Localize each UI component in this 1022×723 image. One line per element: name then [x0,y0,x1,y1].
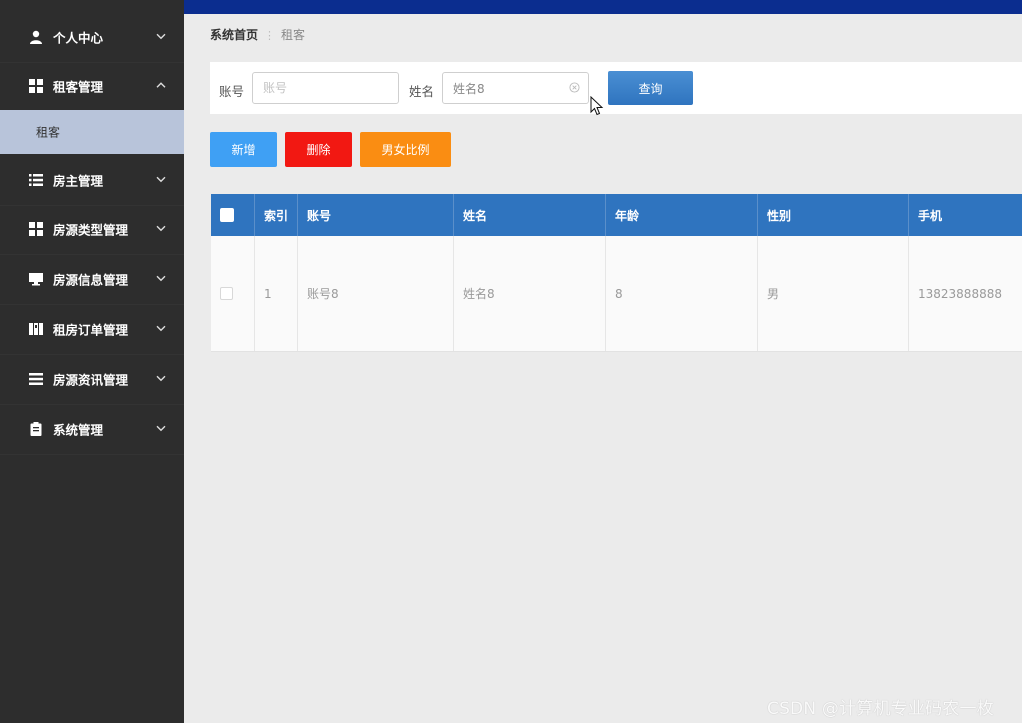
column-header-account: 账号 [298,194,454,236]
chevron-up-icon [156,82,166,88]
sidebar-item-system-management[interactable]: 系统管理 [0,404,184,455]
breadcrumb-separator: ⋮ [264,29,276,42]
sidebar-item-label: 租客管理 [53,79,104,95]
column-header-gender: 性别 [758,194,909,236]
breadcrumb-current: 租客 [281,28,306,42]
mouse-cursor-icon [590,96,604,116]
account-label: 账号 [219,84,245,99]
clear-icon[interactable] [569,82,580,93]
sidebar-item-property-news-management[interactable]: 房源资讯管理 [0,354,184,405]
select-all-checkbox[interactable] [220,208,234,222]
grid-icon [29,222,43,236]
sidebar-item-label: 系统管理 [53,422,104,438]
breadcrumb: 系统首页 ⋮ 租客 [210,26,305,43]
table-row[interactable]: 1 账号8 姓名8 8 男 13823888888 [211,236,1022,352]
row-checkbox[interactable] [220,287,233,300]
sidebar-subitem-label: 租客 [36,125,61,140]
chevron-down-icon [156,176,166,183]
sidebar-item-label: 房源类型管理 [53,222,129,238]
account-input[interactable] [252,72,399,104]
sidebar-item-rental-order-management[interactable]: 租房订单管理 [0,304,184,355]
column-header-phone: 手机 [918,208,943,223]
user-icon [30,30,42,44]
sidebar-item-personal-center[interactable]: 个人中心 [0,12,184,63]
header-select-cell [211,194,255,236]
sidebar-item-label: 房源资讯管理 [53,372,129,388]
list-icon [29,373,43,385]
chevron-down-icon [156,375,166,382]
top-bar [184,0,1022,14]
cell-index: 1 [255,236,298,351]
grid-icon [29,79,43,93]
book-icon [29,323,43,335]
watermark-text: CSDN @计算机专业码农一枚 [767,699,994,719]
name-label: 姓名 [409,84,435,99]
chevron-down-icon [156,325,166,332]
delete-button[interactable]: 删除 [285,132,352,167]
row-select-cell [211,236,255,351]
sidebar-item-label: 租房订单管理 [53,322,129,338]
sidebar-item-property-type-management[interactable]: 房源类型管理 [0,204,184,255]
column-header-index: 索引 [255,194,298,236]
column-header-name: 姓名 [454,194,606,236]
chevron-down-icon [156,33,166,40]
cell-gender: 男 [758,236,909,351]
sidebar-item-property-info-management[interactable]: 房源信息管理 [0,254,184,305]
monitor-icon [29,273,43,286]
sidebar-item-label: 房源信息管理 [53,272,129,288]
gender-ratio-button[interactable]: 男女比例 [360,132,451,167]
search-button[interactable]: 查询 [608,71,693,105]
sidebar: 个人中心 租客管理 租客 房主管理 房源类型管理 房源信息管理 租房订单管理 房… [0,0,184,723]
name-input[interactable] [442,72,589,104]
cell-phone: 13823888888 [918,286,1002,301]
chevron-down-icon [156,425,166,432]
add-button[interactable]: 新增 [210,132,277,167]
cell-account: 账号8 [298,236,454,351]
column-header-age: 年龄 [606,194,758,236]
chevron-down-icon [156,225,166,232]
breadcrumb-home[interactable]: 系统首页 [210,28,258,42]
sidebar-item-landlord-management[interactable]: 房主管理 [0,155,184,206]
clipboard-icon [30,422,42,436]
sidebar-item-label: 房主管理 [53,173,104,189]
sidebar-item-tenant-management[interactable]: 租客管理 [0,61,184,112]
sidebar-subitem-tenant[interactable]: 租客 [0,110,184,154]
list-icon [29,174,43,186]
sidebar-item-label: 个人中心 [53,30,104,46]
table-header: 索引 账号 姓名 年龄 性别 手机 [211,194,1022,236]
chevron-down-icon [156,275,166,282]
cell-name: 姓名8 [454,236,606,351]
cell-age: 8 [606,236,758,351]
